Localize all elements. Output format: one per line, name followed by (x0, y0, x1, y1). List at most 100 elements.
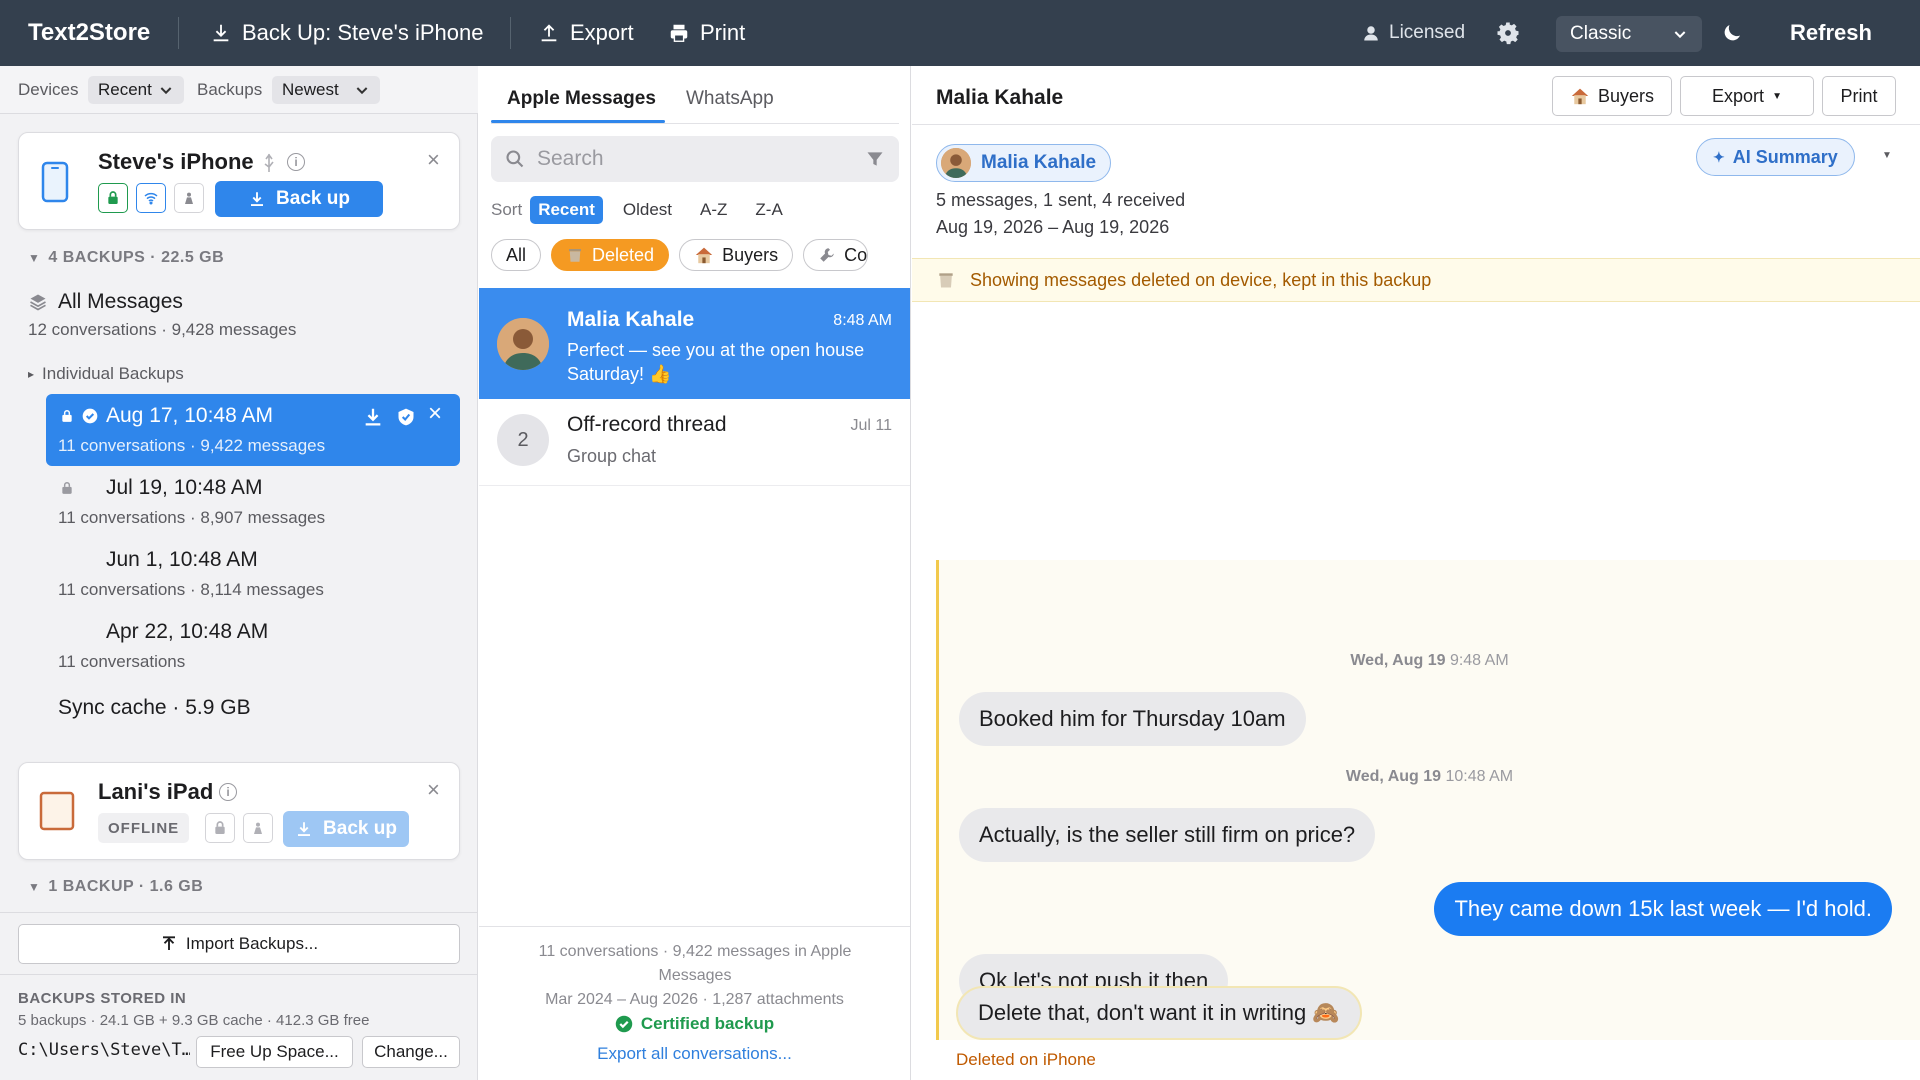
trash-icon (939, 273, 953, 288)
device-card-ipad[interactable]: Lani's iPad i × OFFLINE Back up (18, 762, 460, 860)
close-icon[interactable]: × (428, 400, 442, 428)
tab-apple-messages[interactable]: Apple Messages (507, 88, 656, 110)
sort-recent[interactable]: Recent (530, 196, 603, 224)
conversation-list-panel: Apple Messages WhatsApp Search Sort Rece… (479, 66, 911, 1080)
license-status[interactable]: Licensed (1362, 0, 1465, 66)
conversation-row-selected[interactable]: Malia Kahale 8:48 AM Perfect — see you a… (479, 288, 910, 399)
backup-item[interactable]: Jul 19, 10:48 AM 11 conversations · 8,90… (46, 466, 460, 538)
backups-count-header[interactable]: ▼ 1 BACKUP · 1.6 GB (28, 878, 203, 896)
tab-divider (491, 123, 899, 124)
stack-icon (30, 294, 46, 311)
person-icon (185, 192, 193, 204)
sort-a-z[interactable]: A-Z (692, 196, 735, 224)
message-bubble-sent[interactable]: They came down 15k last week — I'd hold. (1434, 882, 1892, 936)
upload-icon (541, 24, 557, 42)
backups-sort-select[interactable]: Newest (272, 76, 380, 104)
export-button[interactable]: Export (538, 0, 634, 66)
sync-badge (243, 813, 273, 843)
backup-item[interactable]: Jun 1, 10:48 AM 11 conversations · 8,114… (46, 538, 460, 610)
footer-divider (479, 926, 910, 927)
sort-oldest[interactable]: Oldest (615, 196, 680, 224)
theme-select[interactable]: Classic (1556, 16, 1702, 52)
house-icon (695, 247, 713, 264)
close-icon[interactable]: × (427, 147, 440, 173)
close-icon[interactable]: × (427, 777, 440, 803)
conversation-name: Off-record thread (567, 413, 727, 436)
date-separator: Wed, Aug 19 9:48 AM (1350, 652, 1509, 669)
filter-icon[interactable] (865, 149, 885, 169)
refresh-button[interactable]: Refresh (1790, 0, 1872, 66)
chip-contractors[interactable]: Co (803, 239, 869, 271)
lock-icon (62, 482, 72, 494)
devices-sort-select[interactable]: Recent (88, 76, 184, 104)
contact-pill[interactable]: Malia Kahale (936, 144, 1112, 182)
buyers-tag-button[interactable]: Buyers (1552, 76, 1672, 116)
all-messages-item[interactable]: All Messages 12 conversations · 9,428 me… (28, 290, 458, 340)
sidebar-filter-row: Devices Recent Backups Newest (0, 66, 478, 114)
tab-whatsapp[interactable]: WhatsApp (686, 88, 774, 110)
search-input[interactable]: Search (537, 147, 853, 171)
info-icon[interactable]: i (219, 783, 237, 801)
person-photo-icon (497, 318, 549, 370)
verified-check-icon (82, 408, 98, 424)
wifi-badge (136, 183, 166, 213)
free-up-space-button[interactable]: Free Up Space... (196, 1036, 353, 1068)
search-icon (506, 150, 524, 168)
backup-summary: 11 conversations · 8,114 messages (58, 580, 324, 599)
device-card-iphone[interactable]: Steve's iPhone i × Back up (18, 132, 460, 230)
moon-icon (1724, 25, 1740, 41)
export-menu-button[interactable]: Export ▼ (1680, 76, 1814, 116)
deleted-on-device-label: Deleted on iPhone (956, 1050, 1096, 1069)
sync-cache-item[interactable]: Sync cache · 5.9 GB (58, 696, 251, 720)
sync-badge (174, 183, 204, 213)
message-bubble-deleted[interactable]: Delete that, don't want it in writing 🙈 (956, 986, 1362, 1040)
conversation-detail-panel: Malia Kahale Buyers Export ▼ Print Malia… (912, 66, 1920, 1080)
settings-button[interactable] (1494, 0, 1522, 66)
message-bubble-received[interactable]: Actually, is the seller still firm on pr… (959, 808, 1376, 862)
message-bubble-received[interactable]: Booked him for Thursday 10am (959, 692, 1306, 746)
message-thread: Wed, Aug 19 9:48 AM Booked him for Thurs… (936, 560, 1920, 1040)
download-icon (251, 192, 264, 206)
collapse-triangle-icon: ▸ (28, 367, 35, 381)
backup-button[interactable]: Back up (215, 181, 383, 217)
divider (0, 912, 478, 913)
individual-backups-header[interactable]: ▸ Individual Backups (28, 364, 184, 384)
export-all-link[interactable]: Export all conversations... (479, 1044, 910, 1064)
backup-summary: 11 conversations (58, 652, 186, 671)
print-button[interactable]: Print (668, 0, 745, 66)
backup-item[interactable]: Apr 22, 10:48 AM 11 conversations (46, 610, 460, 682)
contact-avatar (497, 318, 549, 370)
sort-z-a[interactable]: Z-A (747, 196, 790, 224)
chip-deleted[interactable]: Deleted (551, 239, 670, 271)
conversation-row[interactable]: 2 Off-record thread Jul 11 Group chat (479, 399, 910, 486)
devices-sidebar: Devices Recent Backups Newest Steve's iP… (0, 66, 478, 1080)
backup-summary: 11 conversations · 9,422 messages (58, 436, 326, 455)
chip-all[interactable]: All (491, 239, 542, 271)
ai-summary-dropdown-icon[interactable]: ▼ (1882, 150, 1892, 161)
download-icon[interactable] (362, 406, 384, 428)
search-field[interactable]: Search (491, 136, 899, 182)
conversation-date-range: Aug 19, 2026 – Aug 19, 2026 (936, 217, 1170, 237)
trash-icon (569, 249, 582, 262)
backups-count-header[interactable]: ▼ 4 BACKUPS · 22.5 GB (28, 249, 224, 267)
conversation-stats: 5 messages, 1 sent, 4 received (936, 190, 1186, 210)
conversation-name: Malia Kahale (567, 308, 695, 331)
import-backups-button[interactable]: Import Backups... (18, 924, 460, 964)
info-icon[interactable]: i (287, 153, 305, 171)
backup-item-selected[interactable]: Aug 17, 10:48 AM 11 conversations · 9,42… (46, 394, 460, 466)
app-title: Text2Store (28, 19, 151, 46)
top-toolbar: Text2Store Back Up: Steve's iPhone Expor… (0, 0, 1920, 66)
backup-button-disabled[interactable]: Back up (283, 811, 409, 847)
print-conversation-button[interactable]: Print (1822, 76, 1896, 116)
change-location-button[interactable]: Change... (362, 1036, 460, 1068)
toolbar-divider (510, 17, 511, 49)
dark-mode-toggle[interactable] (1720, 0, 1744, 66)
gear-icon (1497, 22, 1519, 45)
ai-summary-button[interactable]: ✦ AI Summary (1696, 138, 1855, 176)
chip-buyers[interactable]: Buyers (679, 239, 794, 271)
conversation-preview: Perfect — see you at the open house Satu… (567, 340, 865, 384)
conversation-time: 8:48 AM (833, 312, 892, 329)
backup-device-button[interactable]: Back Up: Steve's iPhone (210, 0, 483, 66)
shield-check-icon[interactable] (396, 406, 416, 428)
storage-header: BACKUPS STORED IN (18, 990, 187, 1007)
